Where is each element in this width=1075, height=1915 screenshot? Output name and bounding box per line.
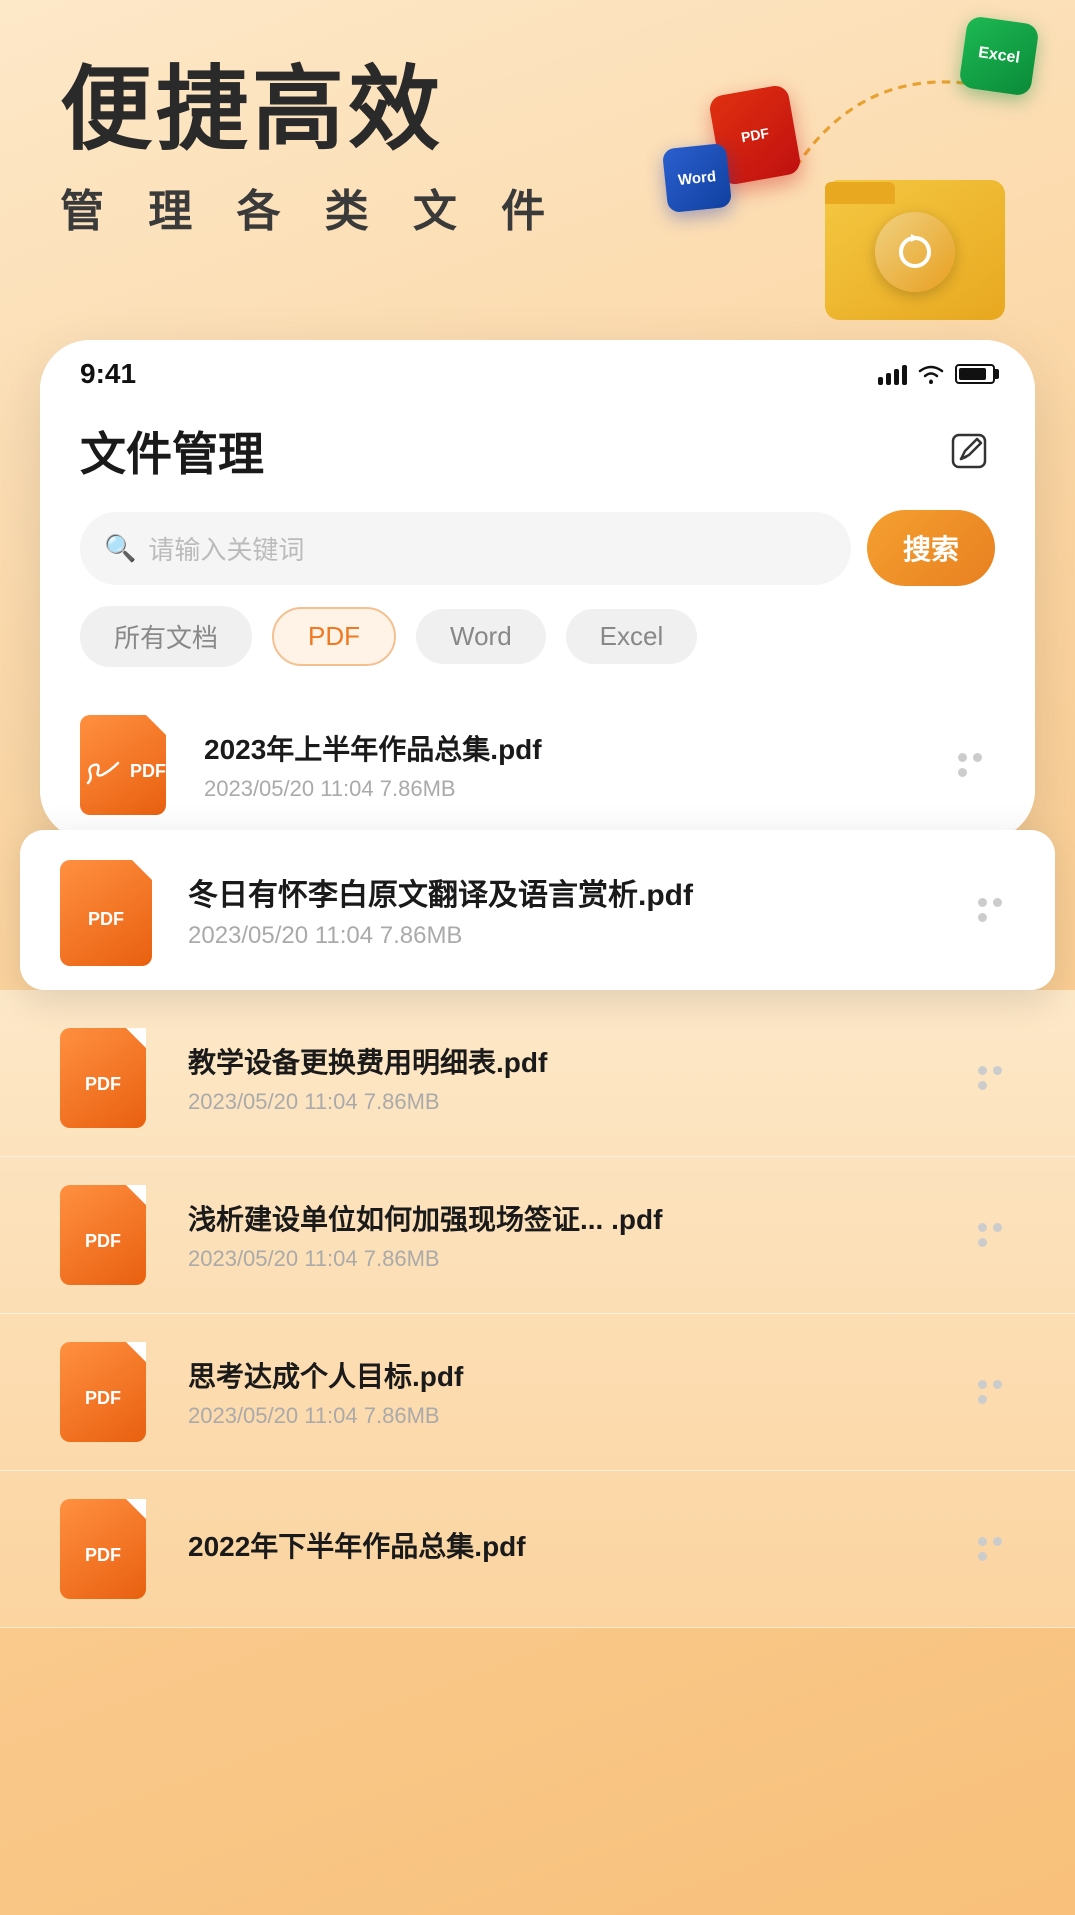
- phone-mockup: 9:41 文件管理: [40, 340, 1035, 840]
- status-icons: [878, 363, 995, 385]
- hero-section: 便捷高效 管 理 各 类 文 件 PDF Excel Word: [0, 0, 1075, 340]
- dots-icon: [958, 753, 982, 777]
- search-input-wrap[interactable]: 🔍 请输入关键词: [80, 512, 851, 585]
- filter-tabs: 所有文档 PDF Word Excel: [40, 606, 1035, 691]
- bottom-file-list: PDF 教学设备更换费用明细表.pdf 2023/05/20 11:04 7.8…: [0, 990, 1075, 1628]
- pdf-file-body-5: PDF: [60, 1342, 146, 1442]
- pdf-file-body: PDF: [80, 715, 166, 815]
- pdf-file-body-4: PDF: [60, 1185, 146, 1285]
- file-item[interactable]: PDF 2023年上半年作品总集.pdf 2023/05/20 11:04 7.…: [40, 691, 1035, 840]
- file-name-highlighted: 冬日有怀李白原文翻译及语言赏析.pdf: [188, 870, 965, 914]
- search-bar: 🔍 请输入关键词 搜索: [80, 510, 995, 586]
- more-options-button-4[interactable]: [965, 1210, 1015, 1260]
- status-bar: 9:41: [40, 340, 1035, 398]
- dots-icon-6: [978, 1537, 1002, 1561]
- pdf-label-highlighted: PDF: [88, 909, 124, 930]
- file-info-3: 教学设备更换费用明细表.pdf 2023/05/20 11:04 7.86MB: [188, 1041, 965, 1115]
- file-info-5: 思考达成个人目标.pdf 2023/05/20 11:04 7.86MB: [188, 1355, 965, 1429]
- search-icon: 🔍: [104, 533, 136, 564]
- dots-icon-highlighted: [978, 898, 1002, 922]
- status-time: 9:41: [80, 358, 136, 390]
- app-title: 文件管理: [80, 418, 264, 484]
- more-options-button-6[interactable]: [965, 1524, 1015, 1574]
- file-meta-4: 2023/05/20 11:04 7.86MB: [188, 1246, 965, 1272]
- dots-icon-4: [978, 1223, 1002, 1247]
- file-meta: 2023/05/20 11:04 7.86MB: [204, 776, 945, 802]
- filter-tab-word[interactable]: Word: [416, 609, 546, 664]
- more-options-button[interactable]: [945, 740, 995, 790]
- file-item-4[interactable]: PDF 浅析建设单位如何加强现场签证... .pdf 2023/05/20 11…: [0, 1157, 1075, 1314]
- excel-badge-label: Excel: [977, 44, 1021, 68]
- battery-icon: [955, 364, 995, 384]
- filter-tab-excel[interactable]: Excel: [566, 609, 698, 664]
- pdf-label-3: PDF: [85, 1074, 121, 1095]
- folder-arrow-icon: [875, 212, 955, 292]
- dots-icon-3: [978, 1066, 1002, 1090]
- app-header: 文件管理: [40, 398, 1035, 500]
- file-icon-3: PDF: [60, 1028, 160, 1128]
- more-options-button-3[interactable]: [965, 1053, 1015, 1103]
- signal-bars-icon: [878, 363, 907, 385]
- file-icon-highlighted: PDF: [60, 860, 160, 960]
- file-info-6: 2022年下半年作品总集.pdf: [188, 1525, 965, 1573]
- pdf-label-4: PDF: [85, 1231, 121, 1252]
- file-name-3: 教学设备更换费用明细表.pdf: [188, 1041, 965, 1081]
- pdf-file-body-highlighted: PDF: [60, 860, 152, 966]
- dots-icon-5: [978, 1380, 1002, 1404]
- pdf-label-5: PDF: [85, 1388, 121, 1409]
- wifi-icon: [917, 363, 945, 385]
- pdf-label: PDF: [130, 761, 166, 782]
- refresh-icon: [893, 230, 937, 274]
- file-item-3[interactable]: PDF 教学设备更换费用明细表.pdf 2023/05/20 11:04 7.8…: [0, 1000, 1075, 1157]
- pdf-icon-svg: [80, 735, 130, 795]
- edit-icon-svg: [947, 429, 991, 473]
- word-badge-icon: Word: [662, 143, 732, 213]
- pdf-label-6: PDF: [85, 1545, 121, 1566]
- file-icon-4: PDF: [60, 1185, 160, 1285]
- pdf-badge-label: PDF: [740, 125, 770, 146]
- file-meta-5: 2023/05/20 11:04 7.86MB: [188, 1403, 965, 1429]
- file-icon-6: PDF: [60, 1499, 160, 1599]
- edit-button[interactable]: [943, 425, 995, 477]
- file-item-6[interactable]: PDF 2022年下半年作品总集.pdf: [0, 1471, 1075, 1628]
- search-button[interactable]: 搜索: [867, 510, 995, 586]
- file-meta-3: 2023/05/20 11:04 7.86MB: [188, 1089, 965, 1115]
- more-options-button-highlighted[interactable]: [965, 885, 1015, 935]
- file-meta-highlighted: 2023/05/20 11:04 7.86MB: [188, 922, 965, 950]
- file-icon: PDF: [80, 715, 180, 815]
- pdf-file-body-6: PDF: [60, 1499, 146, 1599]
- filter-tab-pdf[interactable]: PDF: [272, 607, 396, 666]
- highlighted-file-card[interactable]: PDF 冬日有怀李白原文翻译及语言赏析.pdf 2023/05/20 11:04…: [20, 830, 1055, 990]
- file-icon-5: PDF: [60, 1342, 160, 1442]
- hero-icons: PDF Excel Word: [655, 20, 1035, 320]
- search-placeholder: 请输入关键词: [148, 530, 304, 567]
- excel-badge-icon: Excel: [958, 15, 1039, 96]
- file-name-5: 思考达成个人目标.pdf: [188, 1355, 965, 1395]
- filter-tab-all[interactable]: 所有文档: [80, 606, 252, 667]
- folder-icon: [815, 150, 1015, 320]
- pdf-file-body-3: PDF: [60, 1028, 146, 1128]
- file-name-6: 2022年下半年作品总集.pdf: [188, 1525, 965, 1565]
- file-info-4: 浅析建设单位如何加强现场签证... .pdf 2023/05/20 11:04 …: [188, 1198, 965, 1272]
- file-info-highlighted: 冬日有怀李白原文翻译及语言赏析.pdf 2023/05/20 11:04 7.8…: [188, 870, 965, 950]
- file-item-5[interactable]: PDF 思考达成个人目标.pdf 2023/05/20 11:04 7.86MB: [0, 1314, 1075, 1471]
- word-badge-label: Word: [677, 168, 717, 189]
- file-name: 2023年上半年作品总集.pdf: [204, 728, 945, 768]
- file-name-4: 浅析建设单位如何加强现场签证... .pdf: [188, 1198, 965, 1238]
- more-options-button-5[interactable]: [965, 1367, 1015, 1417]
- file-info: 2023年上半年作品总集.pdf 2023/05/20 11:04 7.86MB: [204, 728, 945, 802]
